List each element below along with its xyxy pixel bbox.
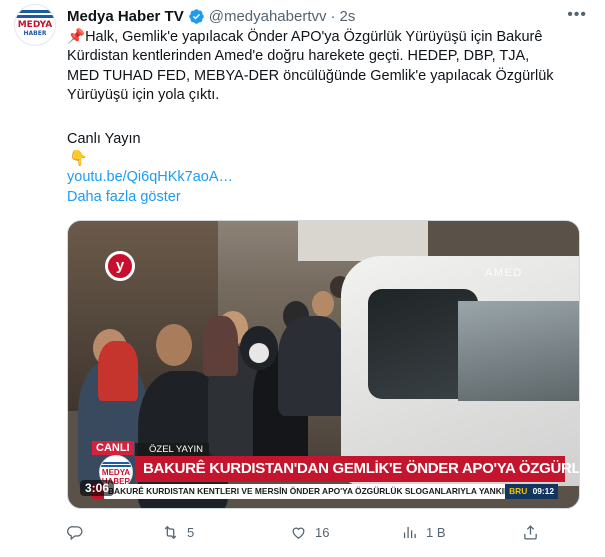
live-badge: CANLI [92,441,134,455]
views-icon [403,526,416,538]
reply-icon [67,525,83,540]
show-more-link[interactable]: Daha fazla göster [67,189,181,205]
tweet-line-3: MED TUHAD FED, MEBYA-DER öncülüğünde Gem… [67,67,554,84]
avatar-logo-bottom: HABER [23,30,47,37]
ticker-clock: BRU 09:12 [505,484,558,499]
pin-icon: 📌 [67,29,86,45]
verified-badge-icon [188,8,204,24]
live-label: Canlı Yayın [67,131,141,147]
video-player[interactable]: y AMED CANLI ÖZEL YAYIN BAKURÊ KURDISTAN… [67,220,580,509]
tweet-line-1: Halk, Gemlik'e yapılacak Önder APO'ya Öz… [85,29,543,45]
retweet-button[interactable]: 5 [162,524,194,541]
share-icon [524,524,537,540]
reply-button[interactable] [67,524,92,541]
like-count: 16 [315,524,330,540]
tweet[interactable]: MEDYA HABER Medya Haber TV @medyahabertv… [0,0,605,557]
news-banner: CANLI ÖZEL YAYIN BAKURÊ KURDISTAN'DAN GE… [68,438,579,508]
special-broadcast-label: ÖZEL YAYIN [135,443,210,456]
video-duration: 3:06 [80,480,115,496]
tweet-line-2: Kürdistan kentlerinden Amed'e doğru hare… [67,48,530,65]
more-icon[interactable]: ••• [567,6,587,24]
share-button[interactable] [522,524,539,541]
avatar[interactable]: MEDYA HABER [14,4,56,46]
retweet-icon [164,525,177,539]
views-count: 1 B [426,524,446,540]
tweet-line-4: Yürüyüşü için yola çıktı. [67,86,220,103]
like-button[interactable]: 16 [290,524,329,541]
ticker-text: BAKURÊ KURDISTAN KENTLERI VE MERSİN ÖNDE… [108,486,530,496]
like-icon [292,527,305,539]
views-button[interactable]: 1 B [401,524,446,541]
ticker-city: BRU [509,486,528,496]
action-bar: 5 16 1 B [67,521,587,543]
pointing-down-icon: 👇 [69,150,88,167]
location-label: AMED [485,267,523,279]
tweet-header: Medya Haber TV @medyahabertvv · 2s ••• [67,6,597,26]
tweet-text: 📌Halk, Gemlik'e yapılacak Önder APO'ya Ö… [67,28,587,105]
avatar-logo-top: MEDYA [17,20,53,30]
tweet-time[interactable]: 2s [340,8,356,25]
news-headline: BAKURÊ KURDISTAN'DAN GEMLİK'E ÖNDER APO'… [135,456,579,482]
separator-dot: · [330,7,336,25]
channel-logo: y [105,251,135,281]
account-name[interactable]: Medya Haber TV [67,8,184,25]
news-ticker: BAKURÊ KURDISTAN KENTLERI VE MERSİN ÖNDE… [92,484,558,499]
youtube-link[interactable]: youtu.be/Qi6qHKk7aoA… [67,169,233,185]
retweet-count: 5 [187,524,195,540]
account-handle[interactable]: @medyahabertvv [209,8,327,25]
ticker-time: 09:12 [532,486,554,496]
